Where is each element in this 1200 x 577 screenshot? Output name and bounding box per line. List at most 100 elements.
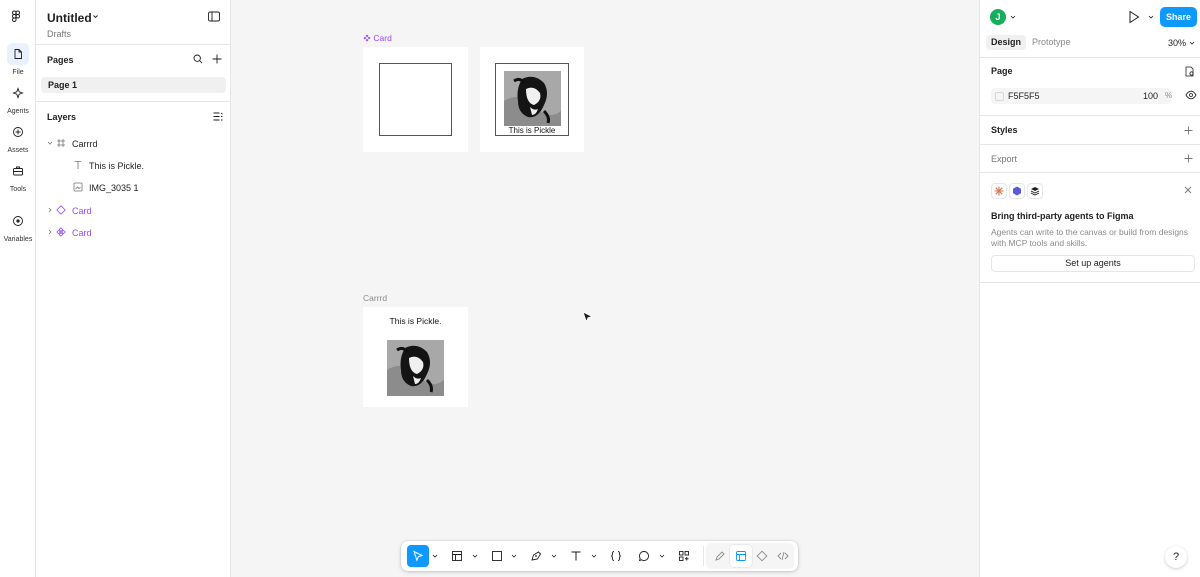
shape-tool-button[interactable] bbox=[486, 545, 508, 567]
rail-item-tools[interactable]: Tools bbox=[0, 160, 36, 193]
sidebar-toggle-icon[interactable] bbox=[208, 11, 220, 22]
add-page-icon[interactable] bbox=[212, 54, 222, 64]
layer-label: Carrrd bbox=[72, 139, 98, 149]
carrrd-frame[interactable]: This is Pickle. bbox=[363, 307, 468, 407]
layer-row[interactable]: This is Pickle. bbox=[36, 157, 231, 175]
share-button[interactable]: Share bbox=[1160, 7, 1197, 27]
color-swatch[interactable] bbox=[995, 92, 1004, 101]
help-button[interactable]: ? bbox=[1165, 546, 1187, 568]
rail-item-agents[interactable]: Agents bbox=[0, 82, 36, 115]
rail-label-tools: Tools bbox=[9, 186, 27, 193]
card-inner-frame: This is Pickle bbox=[495, 63, 569, 136]
frame-tool-button[interactable] bbox=[446, 545, 468, 567]
component-icon bbox=[363, 34, 371, 42]
chevron-down-icon[interactable] bbox=[432, 553, 438, 559]
file-title[interactable]: Untitled bbox=[47, 11, 92, 25]
agents-promo-title: Bring third-party agents to Figma bbox=[991, 211, 1134, 221]
eye-icon[interactable] bbox=[1185, 90, 1197, 100]
layer-row[interactable]: Card bbox=[36, 202, 231, 220]
rail-item-file[interactable]: File bbox=[0, 43, 36, 76]
tab-design[interactable]: Design bbox=[986, 35, 1027, 50]
add-style-icon[interactable] bbox=[1184, 126, 1193, 135]
component-icon bbox=[56, 227, 66, 237]
page-color-field[interactable]: F5F5F5 100 % bbox=[991, 88, 1172, 104]
layer-label: Card bbox=[72, 206, 92, 216]
rail-label-variables: Variables bbox=[3, 236, 33, 243]
comment-tool-button[interactable] bbox=[633, 545, 655, 567]
comment-icon bbox=[638, 551, 649, 562]
rail-label-file: File bbox=[12, 69, 24, 76]
frame-tool-icon bbox=[452, 551, 462, 561]
rail-label-assets: Assets bbox=[7, 147, 29, 154]
page-settings-icon[interactable] bbox=[1184, 66, 1195, 77]
text-icon bbox=[74, 161, 82, 169]
layers-view-icon[interactable] bbox=[213, 112, 223, 121]
tab-prototype[interactable]: Prototype bbox=[1027, 35, 1076, 50]
assets-icon bbox=[7, 121, 29, 143]
layers-heading: Layers bbox=[47, 112, 77, 122]
code-tool-button[interactable] bbox=[605, 545, 627, 567]
close-icon[interactable] bbox=[1184, 186, 1192, 194]
dev-component-mode-button[interactable] bbox=[751, 545, 773, 567]
agent-logo-icon bbox=[1009, 183, 1025, 199]
chevron-down-icon[interactable] bbox=[591, 553, 597, 559]
variables-icon bbox=[7, 210, 29, 232]
rail-item-variables[interactable]: Variables bbox=[0, 210, 36, 243]
component-set-label[interactable]: Card bbox=[363, 33, 392, 43]
draw-mode-button[interactable] bbox=[709, 545, 731, 567]
chevron-down-icon[interactable] bbox=[92, 13, 99, 20]
actions-tool-button[interactable] bbox=[673, 545, 695, 567]
divider bbox=[36, 44, 231, 45]
dev-mode-button[interactable] bbox=[772, 545, 794, 567]
chevron-right-icon[interactable] bbox=[47, 229, 53, 235]
chevron-down-icon[interactable] bbox=[472, 553, 478, 559]
rail-item-assets[interactable]: Assets bbox=[0, 121, 36, 154]
card-variant-pickle[interactable]: This is Pickle bbox=[480, 47, 584, 152]
layer-row[interactable]: Card bbox=[36, 224, 231, 242]
figma-logo-icon[interactable] bbox=[9, 10, 23, 24]
setup-agents-button[interactable]: Set up agents bbox=[991, 255, 1195, 272]
draw-mode-icon bbox=[715, 551, 725, 561]
image-icon bbox=[73, 182, 83, 192]
design-mode-button[interactable] bbox=[730, 545, 752, 567]
divider bbox=[36, 101, 231, 102]
chevron-down-icon[interactable] bbox=[47, 140, 53, 146]
file-icon bbox=[7, 43, 29, 65]
card-inner-frame bbox=[379, 63, 452, 136]
divider bbox=[980, 57, 1200, 58]
chevron-down-icon[interactable] bbox=[511, 553, 517, 559]
layer-row[interactable]: Carrrd bbox=[36, 135, 231, 153]
file-location[interactable]: Drafts bbox=[47, 29, 71, 39]
right-panel: J Share Design Prototype 30% Page F5F5F5… bbox=[979, 0, 1200, 577]
pages-heading: Pages bbox=[47, 55, 74, 65]
add-export-icon[interactable] bbox=[1184, 154, 1193, 163]
layer-row[interactable]: IMG_3035 1 bbox=[36, 179, 231, 197]
page-color-value[interactable]: F5F5F5 bbox=[1008, 91, 1040, 101]
page-opacity-value[interactable]: 100 bbox=[1143, 91, 1158, 101]
chevron-right-icon[interactable] bbox=[47, 207, 53, 213]
chevron-down-icon[interactable] bbox=[1010, 14, 1016, 20]
stack-logo-icon bbox=[1027, 183, 1043, 199]
page-item[interactable]: Page 1 bbox=[41, 77, 226, 93]
export-heading: Export bbox=[991, 154, 1018, 164]
chevron-down-icon[interactable] bbox=[551, 553, 557, 559]
text-tool-icon bbox=[571, 551, 581, 561]
component-set-icon bbox=[56, 205, 66, 215]
design-mode-icon bbox=[736, 551, 746, 561]
move-tool-button[interactable] bbox=[407, 545, 429, 567]
mouse-cursor-icon bbox=[582, 311, 594, 323]
zoom-level[interactable]: 30% bbox=[1168, 38, 1195, 48]
toolbar-divider bbox=[703, 546, 704, 566]
canvas[interactable]: Card This is Pickle Carrrd This is Pickl… bbox=[232, 0, 979, 577]
dev-component-mode-icon bbox=[756, 550, 768, 562]
pen-tool-button[interactable] bbox=[525, 545, 547, 567]
avatar[interactable]: J bbox=[990, 9, 1006, 25]
chevron-down-icon[interactable] bbox=[1148, 14, 1154, 20]
card-variant-empty[interactable] bbox=[363, 47, 468, 152]
frame-label[interactable]: Carrrd bbox=[363, 293, 387, 303]
component-set-name: Card bbox=[373, 33, 392, 43]
chevron-down-icon[interactable] bbox=[659, 553, 665, 559]
text-tool-button[interactable] bbox=[565, 545, 587, 567]
play-icon[interactable] bbox=[1128, 10, 1140, 24]
search-icon[interactable] bbox=[193, 54, 203, 64]
